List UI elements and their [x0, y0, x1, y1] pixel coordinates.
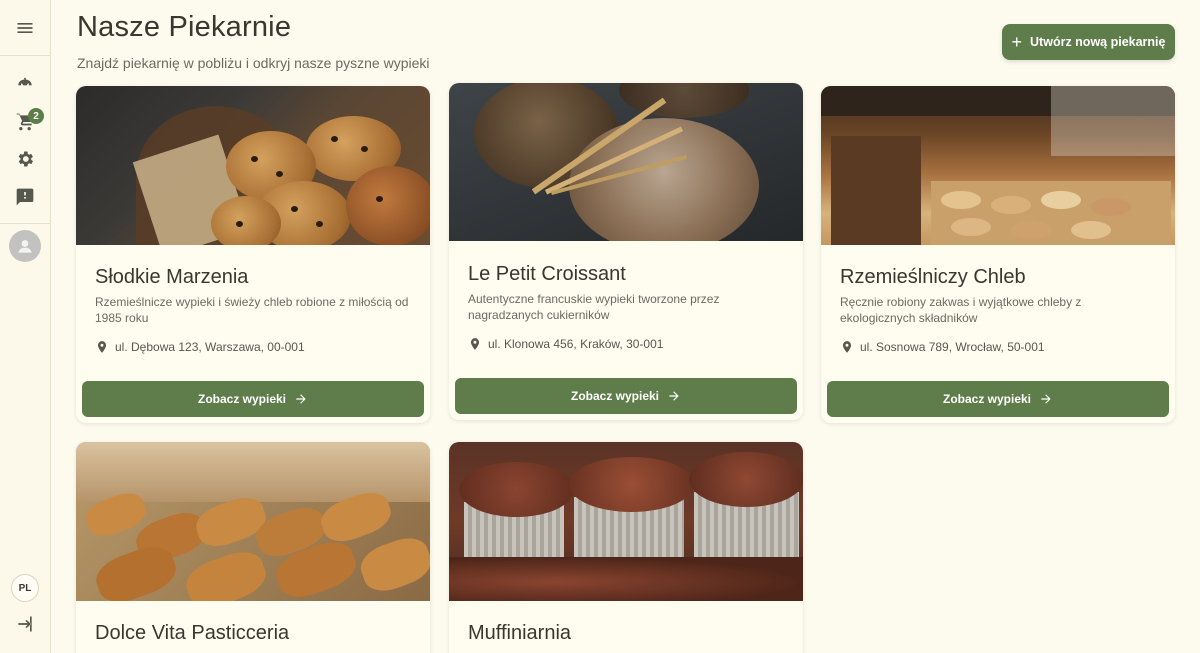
plus-icon: +	[1011, 32, 1023, 52]
bakery-image	[76, 86, 430, 245]
bakery-description: Autentyczne francuskie wypieki tworzone …	[468, 292, 720, 322]
bakery-address-text: ul. Klonowa 456, Kraków, 30-001	[488, 337, 664, 351]
create-bakery-button[interactable]: + Utwórz nową piekarnię	[1002, 24, 1175, 60]
bakery-image	[821, 86, 1175, 245]
bakery-name: Muffiniarnia	[468, 622, 572, 644]
logout-icon[interactable]	[0, 606, 50, 642]
bakery-address-text: ul. Dębowa 123, Warszawa, 00-001	[115, 340, 305, 354]
bakery-image	[449, 442, 803, 601]
bakery-address: ul. Dębowa 123, Warszawa, 00-001	[95, 340, 305, 354]
location-pin-icon	[842, 341, 852, 353]
view-products-label: Zobacz wypieki	[942, 392, 1032, 406]
create-bakery-label: Utwórz nową piekarnię	[1030, 35, 1166, 49]
page-title: Nasze Piekarnie	[77, 11, 292, 43]
bakery-card: Rzemieślniczy Chleb Ręcznie robiony zakw…	[821, 86, 1175, 423]
view-products-label: Zobacz wypieki	[197, 392, 287, 406]
arrow-right-icon	[669, 391, 679, 401]
feedback-icon[interactable]	[0, 179, 50, 215]
cart-icon[interactable]	[0, 104, 50, 140]
bakery-name: Słodkie Marzenia	[95, 266, 249, 288]
view-products-label: Zobacz wypieki	[570, 389, 660, 403]
bakery-address: ul. Klonowa 456, Kraków, 30-001	[468, 337, 663, 351]
location-pin-icon	[97, 341, 107, 353]
bakery-card: Le Petit Croissant Autentyczne francuski…	[449, 83, 803, 420]
user-icon	[18, 240, 32, 253]
view-products-button[interactable]: Zobacz wypieki	[827, 381, 1169, 417]
avatar[interactable]	[9, 230, 41, 262]
language-switcher[interactable]: PL	[11, 574, 39, 602]
bakery-image	[449, 83, 803, 241]
bakery-name: Le Petit Croissant	[468, 263, 626, 285]
arrow-right-icon	[1041, 394, 1051, 404]
location-pin-icon	[470, 338, 480, 350]
settings-icon[interactable]	[0, 141, 50, 177]
view-products-button[interactable]: Zobacz wypieki	[455, 378, 797, 414]
sidebar-divider	[0, 55, 50, 56]
bakery-card: Słodkie Marzenia Rzemieślnicze wypieki i…	[76, 86, 430, 423]
bakery-name: Rzemieślniczy Chleb	[840, 266, 1026, 288]
bakery-address-text: ul. Sosnowa 789, Wrocław, 50-001	[860, 340, 1045, 354]
bakery-card: Dolce Vita Pasticceria	[76, 442, 430, 653]
view-products-button[interactable]: Zobacz wypieki	[82, 381, 424, 417]
bakery-name: Dolce Vita Pasticceria	[95, 622, 290, 644]
arrow-right-icon	[296, 394, 306, 404]
bakery-card: Muffiniarnia	[449, 442, 803, 653]
sidebar-divider	[0, 223, 50, 224]
menu-icon[interactable]	[0, 10, 50, 46]
bakery-image	[76, 442, 430, 601]
bakery-description: Ręcznie robiony zakwas i wyjątkowe chleb…	[840, 295, 1082, 325]
page-subtitle: Znajdź piekarnię w pobliżu i odkryj nasz…	[77, 55, 430, 71]
sidebar: 2 PL	[0, 0, 51, 653]
bakery-address: ul. Sosnowa 789, Wrocław, 50-001	[840, 340, 1045, 354]
cart-count-badge: 2	[28, 108, 44, 124]
bakery-description: Rzemieślnicze wypieki i świeży chleb rob…	[95, 295, 409, 325]
bakery-icon[interactable]	[0, 64, 50, 100]
